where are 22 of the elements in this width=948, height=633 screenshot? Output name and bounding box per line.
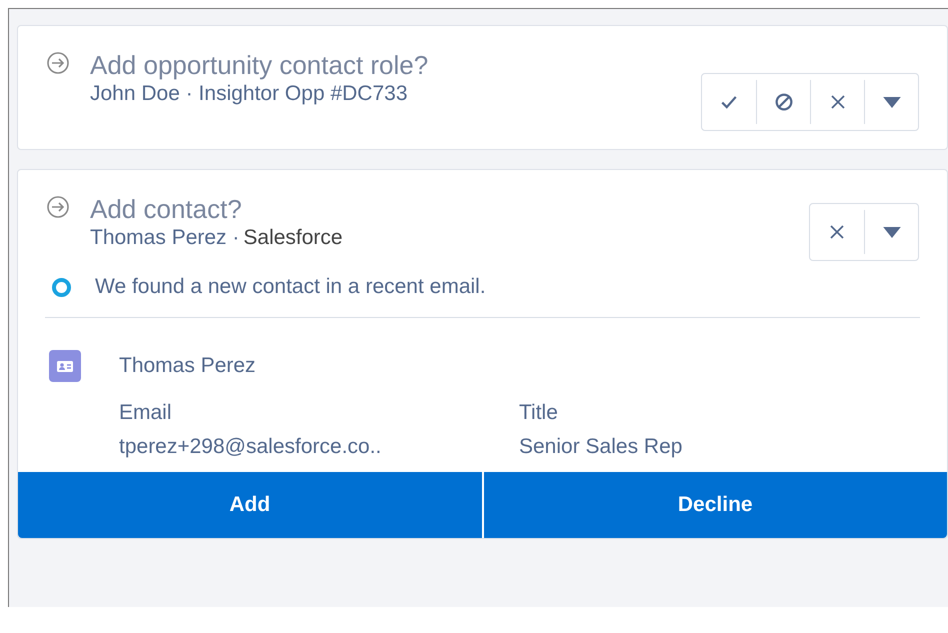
decline-button[interactable]: Decline [482,472,947,538]
suggestion-subtitle: John Doe · Insightor Opp #DC733 [90,81,408,107]
block-icon [774,93,792,111]
caret-icon [882,96,900,108]
company-name: Salesforce [243,225,343,251]
arrow-circle-icon [46,51,70,75]
suggestion-subtitle: Thomas Perez · [90,225,240,251]
close-icon [830,94,846,110]
add-button[interactable]: Add [18,472,482,538]
field-value: Senior Sales Rep [519,434,684,460]
suggestion-title: Add opportunity contact role? [90,49,430,81]
ring-icon [52,278,71,296]
field-label: Email [119,400,173,426]
contact-card-icon [49,350,81,382]
suggestion-title: Add contact? [90,193,243,225]
field-label: Title [519,400,559,426]
notice-text: We found a new contact in a recent email. [95,275,486,299]
field-value: tperez+298@salesforce.co.. [119,434,382,460]
close-icon [829,224,845,240]
arrow-circle-icon [46,195,70,219]
caret-icon [882,226,900,238]
contact-name: Thomas Perez [119,354,256,378]
